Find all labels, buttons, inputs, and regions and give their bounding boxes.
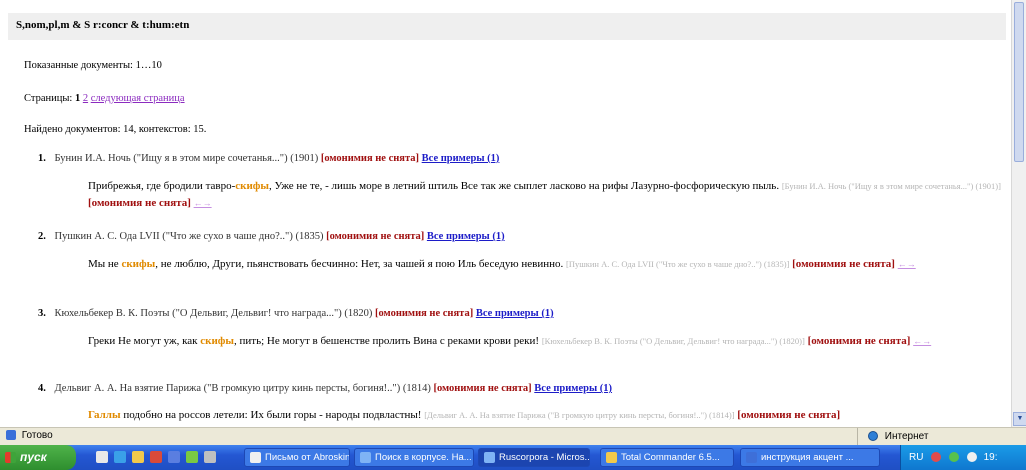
snippet-source: [Бунин И.А. Ночь ("Ищу я в этом мире соч… bbox=[781, 181, 1001, 191]
total-commander-icon bbox=[606, 452, 617, 463]
quicklaunch-word-icon[interactable] bbox=[168, 451, 180, 463]
expand-context-link[interactable]: ←→ bbox=[913, 336, 931, 346]
quicklaunch-app-icon[interactable] bbox=[186, 451, 198, 463]
quicklaunch-browser-icon[interactable] bbox=[114, 451, 126, 463]
quicklaunch-app-icon[interactable] bbox=[204, 451, 216, 463]
task-label: Ruscorpora - Micros... bbox=[499, 452, 590, 463]
homonymy-label: [омонимия не снята] bbox=[326, 231, 425, 242]
result-number: 2. bbox=[38, 231, 46, 242]
result-title: Кюхельбекер В. К. Поэты ("О Дельвиг, Дел… bbox=[54, 308, 373, 319]
tray-app-icon[interactable] bbox=[949, 452, 960, 463]
browser-status-bar: Готово Интернет bbox=[0, 427, 1026, 445]
taskbar-button[interactable]: Письмо от Abroskin ... bbox=[244, 448, 350, 467]
status-text: Готово bbox=[21, 430, 53, 441]
homonymy-label: [омонимия не снята] bbox=[88, 197, 191, 209]
mail-icon bbox=[250, 452, 261, 463]
snippet-source: [Пушкин А. С. Ода LVII ("Что же сухо в ч… bbox=[565, 259, 790, 269]
quicklaunch-desktop-icon[interactable] bbox=[96, 451, 108, 463]
all-examples-link[interactable]: Все примеры (1) bbox=[534, 383, 612, 394]
vertical-scrollbar[interactable]: ▼ bbox=[1011, 0, 1026, 427]
taskbar-button[interactable]: инструкция акцент ... bbox=[740, 448, 880, 467]
quicklaunch-app-icon[interactable] bbox=[150, 451, 162, 463]
found-summary: Найдено документов: 14, контекстов: 15. bbox=[24, 124, 207, 135]
hit-word: скифы bbox=[121, 258, 156, 270]
windows-logo-icon bbox=[5, 452, 16, 463]
scrollbar-thumb[interactable] bbox=[1014, 2, 1024, 162]
globe-icon bbox=[868, 431, 878, 442]
result-header: 1. Бунин И.А. Ночь ("Ищу я в этом мире с… bbox=[38, 153, 499, 164]
result-number: 1. bbox=[38, 153, 46, 164]
all-examples-link[interactable]: Все примеры (1) bbox=[476, 308, 554, 319]
tray-app-icon[interactable] bbox=[931, 452, 942, 463]
quicklaunch-folder-icon[interactable] bbox=[132, 451, 144, 463]
snippet-source: [Кюхельбекер В. К. Поэты ("О Дельвиг, Де… bbox=[541, 336, 805, 346]
scroll-down-arrow-icon[interactable]: ▼ bbox=[1013, 412, 1026, 426]
result-snippet: Мы не скифы, не люблю, Други, пьянствова… bbox=[88, 256, 1004, 273]
current-page: 1 bbox=[74, 93, 81, 104]
page-2-link[interactable]: 2 bbox=[83, 93, 88, 104]
snippet-text: Греки Не могут уж, как bbox=[88, 335, 201, 347]
start-label: пуск bbox=[20, 450, 47, 464]
all-examples-link[interactable]: Все примеры (1) bbox=[427, 231, 505, 242]
page-content: S,nom,pl,m & S r:concr & t:hum:etn Показ… bbox=[0, 0, 1011, 427]
homonymy-label: [омонимия не снята] bbox=[320, 153, 420, 164]
result-header: 2. Пушкин А. С. Ода LVII ("Что же сухо в… bbox=[38, 231, 505, 242]
snippet-text: , пить; Не могут в бешенстве пролить Вин… bbox=[234, 335, 540, 347]
expand-context-link[interactable]: ←→ bbox=[194, 198, 212, 208]
task-label: Письмо от Abroskin ... bbox=[265, 452, 350, 463]
system-tray: RU 19: bbox=[900, 445, 1026, 470]
result-title: Дельвиг А. А. На взятие Парижа ("В громк… bbox=[54, 383, 431, 394]
tray-app-icon[interactable] bbox=[966, 452, 977, 463]
homonymy-label: [омонимия не снята] bbox=[375, 308, 474, 319]
hit-word: Галлы bbox=[88, 409, 121, 421]
task-label: Поиск в корпусе. На... bbox=[375, 452, 472, 463]
zone-indicator: Интернет bbox=[857, 428, 928, 445]
zone-text: Интернет bbox=[884, 431, 929, 442]
result-header: 4. Дельвиг А. А. На взятие Парижа ("В гр… bbox=[38, 383, 612, 394]
word-document-icon bbox=[746, 452, 757, 463]
result-title: Пушкин А. С. Ода LVII ("Что же сухо в ча… bbox=[54, 231, 324, 242]
snippet-source: [Дельвиг А. А. На взятие Парижа ("В гром… bbox=[424, 410, 735, 420]
query-header: S,nom,pl,m & S r:concr & t:hum:etn bbox=[8, 13, 1006, 40]
task-label: инструкция акцент ... bbox=[761, 452, 854, 463]
page-icon bbox=[6, 430, 16, 441]
hit-word: скифы bbox=[200, 335, 235, 347]
snippet-text: подобно на россов летели: Их были горы -… bbox=[120, 409, 422, 421]
task-label: Total Commander 6.5... bbox=[621, 452, 720, 463]
taskbar-button-active[interactable]: Ruscorpora - Micros... bbox=[478, 448, 590, 467]
result-title: Бунин И.А. Ночь ("Ищу я в этом мире соче… bbox=[54, 153, 319, 164]
clock: 19: bbox=[983, 452, 998, 463]
homonymy-label: [омонимия не снята] bbox=[792, 258, 895, 270]
expand-context-link[interactable]: ←→ bbox=[898, 259, 916, 269]
next-page-link[interactable]: следующая страница bbox=[91, 93, 185, 104]
taskbar-button[interactable]: Поиск в корпусе. На... bbox=[354, 448, 474, 467]
browser-icon bbox=[484, 452, 495, 463]
start-button[interactable]: пуск bbox=[0, 445, 76, 470]
result-header: 3. Кюхельбекер В. К. Поэты ("О Дельвиг, … bbox=[38, 308, 554, 319]
result-snippet: Прибрежья, где бродили тавро-скифы, Уже … bbox=[88, 178, 1004, 212]
status-left: Готово bbox=[6, 430, 53, 441]
hit-word: скифы bbox=[235, 180, 270, 192]
snippet-text: , не люблю, Други, пьянствовать бесчинно… bbox=[155, 258, 564, 270]
all-examples-link[interactable]: Все примеры (1) bbox=[422, 153, 500, 164]
result-snippet: Галлы подобно на россов летели: Их были … bbox=[88, 407, 1004, 424]
homonymy-label: [омонимия не снята] bbox=[433, 383, 532, 394]
snippet-text: , Уже не те, - лишь море в летний штиль … bbox=[269, 180, 780, 192]
language-indicator[interactable]: RU bbox=[909, 452, 923, 463]
snippet-text: Прибрежья, где бродили тавро- bbox=[88, 180, 236, 192]
pagination: Страницы: 1 2 следующая страница bbox=[24, 93, 185, 104]
snippet-text: Мы не bbox=[88, 258, 122, 270]
result-number: 4. bbox=[38, 383, 46, 394]
browser-icon bbox=[360, 452, 371, 463]
result-snippet: Греки Не могут уж, как скифы, пить; Не м… bbox=[88, 333, 1004, 350]
homonymy-label: [омонимия не снята] bbox=[807, 335, 911, 347]
pages-label: Страницы: bbox=[24, 93, 73, 104]
taskbar-button[interactable]: Total Commander 6.5... bbox=[600, 448, 734, 467]
result-number: 3. bbox=[38, 308, 46, 319]
windows-taskbar: пуск Письмо от Abroskin ... Поиск в корп… bbox=[0, 445, 1026, 470]
homonymy-label: [омонимия не снята] bbox=[737, 409, 841, 421]
shown-documents: Показанные документы: 1…10 bbox=[24, 60, 162, 71]
